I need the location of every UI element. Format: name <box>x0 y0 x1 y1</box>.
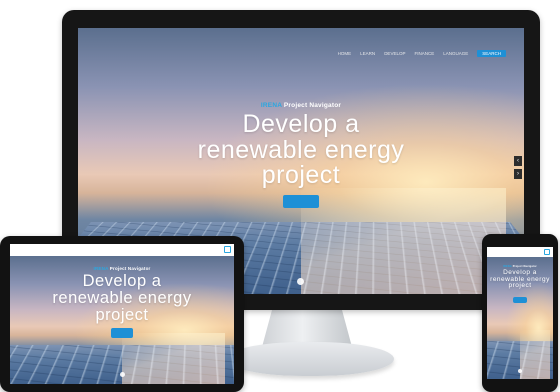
nav-home[interactable]: HOME <box>338 51 352 56</box>
tablet-menu-icon[interactable] <box>224 246 231 253</box>
tablet-headline-line-3: project <box>10 307 234 324</box>
monitor-stand-neck <box>262 307 352 347</box>
nav-learn[interactable]: LEARN <box>360 51 375 56</box>
nav-finance[interactable]: FINANCE <box>414 51 434 56</box>
desktop-cta-button[interactable] <box>283 195 319 208</box>
phone-headline: Develop a renewable energy project <box>487 270 553 290</box>
tablet-brand-rest: Project Navigator <box>108 266 150 271</box>
tablet-headline-line-2: renewable energy <box>10 290 234 307</box>
monitor-stand-base <box>226 342 394 376</box>
phone-brand-accent: IRENA <box>503 265 512 268</box>
tablet-headline-line-1: Develop a <box>10 273 234 290</box>
desktop-brand-logo: IRENA Project Navigator <box>78 102 524 109</box>
phone-brand-rest: Project Navigator <box>512 265 537 268</box>
tablet-brand-logo: IRENA Project Navigator <box>10 266 234 271</box>
tablet-headline: Develop a renewable energy project <box>10 273 234 323</box>
headline-line-1: Develop a <box>78 112 524 138</box>
phone-device: IRENA Project Navigator Develop a renewa… <box>482 234 558 392</box>
phone-hero-content: IRENA Project Navigator Develop a renewa… <box>487 265 553 308</box>
nav-language[interactable]: LANGUAGE <box>443 51 468 56</box>
tablet-hero-content: IRENA Project Navigator Develop a renewa… <box>10 266 234 343</box>
tablet-brand-accent: IRENA <box>94 266 109 271</box>
arrow-down-icon[interactable]: › <box>514 169 522 179</box>
desktop-scroll-indicator[interactable] <box>297 278 304 285</box>
headline-line-2: renewable energy <box>78 138 524 164</box>
brand-accent-text: IRENA <box>261 102 282 109</box>
tablet-hero-screen: IRENA Project Navigator Develop a renewa… <box>10 256 234 384</box>
desktop-headline: Develop a renewable energy project <box>78 112 524 189</box>
headline-line-3: project <box>78 163 524 189</box>
phone-cta-button[interactable] <box>513 297 527 303</box>
phone-sunlight-glow <box>520 330 550 379</box>
phone-menu-icon[interactable] <box>544 249 550 255</box>
phone-top-bar <box>487 247 553 257</box>
desktop-hero-content: IRENA Project Navigator Develop a renewa… <box>78 102 524 213</box>
tablet-cta-button[interactable] <box>111 328 133 338</box>
phone-brand-logo: IRENA Project Navigator <box>487 265 553 268</box>
desktop-nav-bar: HOME LEARN DEVELOP FINANCE LANGUAGE SEAR… <box>338 50 506 57</box>
tablet-scroll-indicator[interactable] <box>120 372 125 377</box>
brand-rest-text: Project Navigator <box>282 102 341 109</box>
nav-search-button[interactable]: SEARCH <box>477 50 506 57</box>
tablet-device: IRENA Project Navigator Develop a renewa… <box>0 236 244 392</box>
phone-hero-screen: IRENA Project Navigator Develop a renewa… <box>487 257 553 379</box>
tablet-top-bar <box>10 244 234 256</box>
phone-scroll-indicator[interactable] <box>518 369 522 373</box>
phone-headline-line-3: project <box>487 283 553 290</box>
arrow-up-icon[interactable]: ‹ <box>514 156 522 166</box>
desktop-side-arrows: ‹ › <box>514 156 522 182</box>
nav-develop[interactable]: DEVELOP <box>384 51 405 56</box>
